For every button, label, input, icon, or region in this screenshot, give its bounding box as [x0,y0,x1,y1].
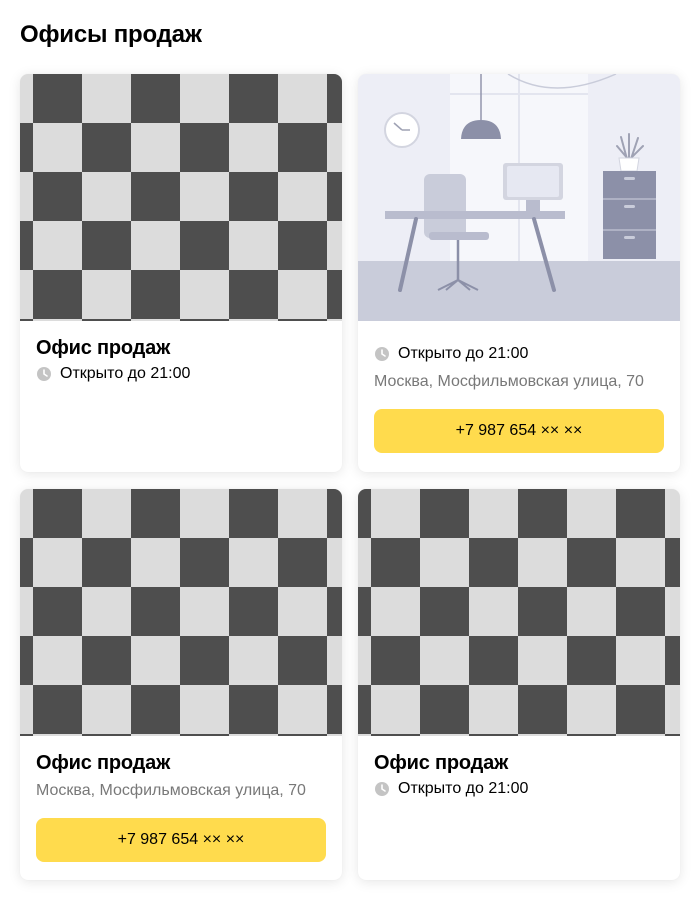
office-card[interactable]: Офис продаж Открыто до 21:00 [358,489,680,880]
phone-button[interactable]: +7 987 654 ×× ×× [36,818,326,862]
opening-hours-text: Открыто до 21:00 [398,345,529,362]
card-body: Офис продаж Москва, Мосфильмовская улица… [20,736,342,878]
office-card[interactable]: Офис продаж Москва, Мосфильмовская улица… [20,489,342,880]
office-photo-placeholder [20,489,342,736]
office-photo-placeholder [358,489,680,736]
office-card[interactable]: Офис продаж Открыто до 21:00 [20,74,342,472]
office-illustration [358,74,680,321]
clock-icon [375,347,389,361]
opening-hours: Открыто до 21:00 [374,778,664,800]
clock-icon [375,782,389,796]
office-photo-placeholder [20,74,342,321]
office-card[interactable]: Открыто до 21:00 Москва, Мосфильмовская … [358,74,680,472]
office-title: Офис продаж [374,752,509,774]
opening-hours-text: Открыто до 21:00 [398,780,529,797]
office-address: Москва, Мосфильмовская улица, 70 [374,373,644,390]
card-body: Офис продаж Открыто до 21:00 [358,736,680,816]
opening-hours: Открыто до 21:00 [374,343,664,365]
office-address: Москва, Мосфильмовская улица, 70 [36,782,306,799]
office-title: Офис продаж [36,337,171,359]
clock-icon [37,367,51,381]
opening-hours: Открыто до 21:00 [36,363,326,385]
card-body: Открыто до 21:00 Москва, Мосфильмовская … [358,321,680,469]
office-title: Офис продаж [36,752,171,774]
card-body: Офис продаж Открыто до 21:00 [20,321,342,401]
phone-button[interactable]: +7 987 654 ×× ×× [374,409,664,453]
page-title: Офисы продаж [20,21,202,48]
opening-hours-text: Открыто до 21:00 [60,365,191,382]
